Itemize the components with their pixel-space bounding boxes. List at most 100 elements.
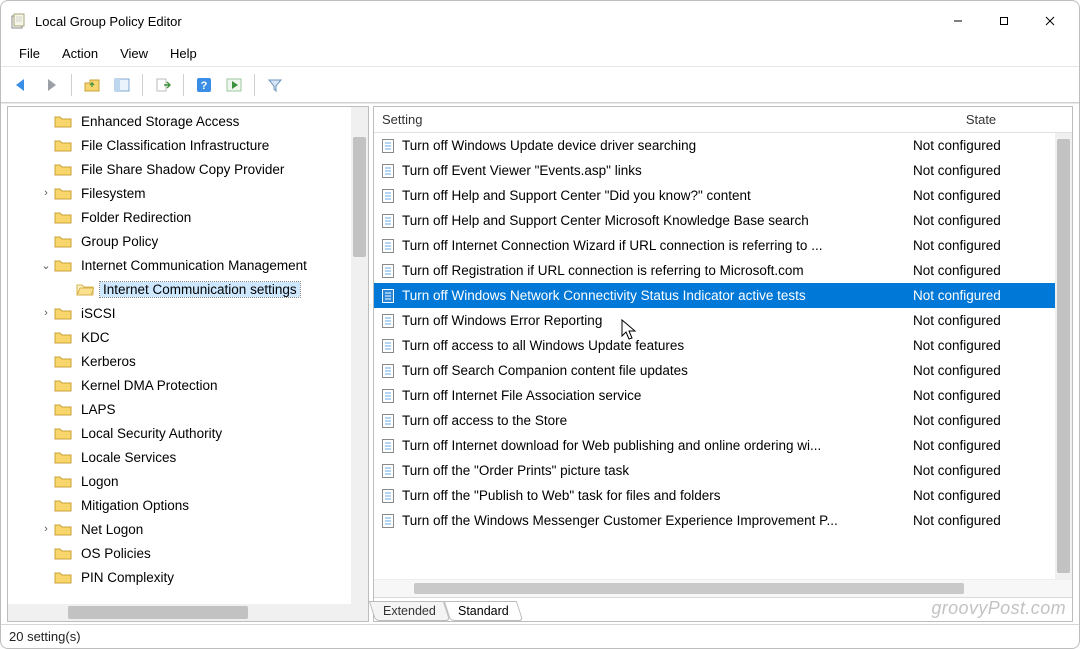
folder-icon	[54, 545, 72, 561]
list-vscrollbar[interactable]	[1055, 133, 1072, 579]
forward-button[interactable]	[37, 71, 65, 99]
tree-node-label: Kerberos	[78, 354, 139, 369]
setting-name: Turn off the Windows Messenger Customer …	[402, 513, 907, 528]
tree-hscrollbar[interactable]	[8, 604, 368, 621]
setting-name: Turn off Windows Update device driver se…	[402, 138, 907, 153]
maximize-button[interactable]	[981, 5, 1027, 37]
setting-state: Not configured	[907, 388, 1055, 403]
setting-name: Turn off Internet Connection Wizard if U…	[402, 238, 907, 253]
setting-row[interactable]: Turn off Search Companion content file u…	[374, 358, 1072, 383]
tree-node-label: LAPS	[78, 402, 119, 417]
folder-icon	[54, 185, 72, 201]
show-hide-tree-button[interactable]	[108, 71, 136, 99]
menu-help[interactable]: Help	[160, 43, 207, 64]
properties-button[interactable]	[220, 71, 248, 99]
close-button[interactable]	[1027, 5, 1073, 37]
back-button[interactable]	[7, 71, 35, 99]
setting-row[interactable]: Turn off Event Viewer "Events.asp" links…	[374, 158, 1072, 183]
tree-node[interactable]: Enhanced Storage Access	[8, 109, 368, 133]
expand-icon[interactable]: ›	[38, 307, 54, 319]
policy-icon	[380, 363, 396, 379]
tree-node[interactable]: PIN Complexity	[8, 565, 368, 589]
tree-node-label: Enhanced Storage Access	[78, 114, 242, 129]
setting-row[interactable]: Turn off Help and Support Center Microso…	[374, 208, 1072, 233]
tree-node[interactable]: Internet Communication settings	[8, 277, 368, 301]
setting-name: Turn off Help and Support Center "Did yo…	[402, 188, 907, 203]
folder-icon	[54, 521, 72, 537]
tree-node[interactable]: › iSCSI	[8, 301, 368, 325]
policy-icon	[380, 313, 396, 329]
tree-node[interactable]: KDC	[8, 325, 368, 349]
tree-node[interactable]: File Share Shadow Copy Provider	[8, 157, 368, 181]
setting-row[interactable]: Turn off the "Publish to Web" task for f…	[374, 483, 1072, 508]
tree-node[interactable]: Group Policy	[8, 229, 368, 253]
col-state[interactable]: State	[907, 112, 1055, 127]
setting-row[interactable]: Turn off Windows Error ReportingNot conf…	[374, 308, 1072, 333]
tree-node[interactable]: ›Filesystem	[8, 181, 368, 205]
tree-node-label: iSCSI	[78, 306, 119, 321]
policy-icon	[380, 163, 396, 179]
setting-row[interactable]: Turn off Internet Connection Wizard if U…	[374, 233, 1072, 258]
policy-icon	[380, 388, 396, 404]
setting-state: Not configured	[907, 513, 1055, 528]
policy-icon	[380, 288, 396, 304]
setting-row[interactable]: Turn off Windows Network Connectivity St…	[374, 283, 1072, 308]
tree-node[interactable]: Folder Redirection	[8, 205, 368, 229]
setting-row[interactable]: Turn off Internet File Association servi…	[374, 383, 1072, 408]
setting-row[interactable]: Turn off access to the StoreNot configur…	[374, 408, 1072, 433]
tree[interactable]: Enhanced Storage Access File Classificati…	[8, 107, 368, 604]
setting-row[interactable]: Turn off the Windows Messenger Customer …	[374, 508, 1072, 533]
folder-icon	[54, 233, 72, 249]
setting-row[interactable]: Turn off access to all Windows Update fe…	[374, 333, 1072, 358]
setting-state: Not configured	[907, 338, 1055, 353]
tree-node[interactable]: ⌄Internet Communication Management	[8, 253, 368, 277]
menu-action[interactable]: Action	[52, 43, 108, 64]
col-setting[interactable]: Setting	[380, 112, 907, 127]
expand-icon[interactable]: ›	[38, 187, 54, 199]
tree-node[interactable]: LAPS	[8, 397, 368, 421]
tree-vscrollbar[interactable]	[351, 107, 368, 604]
help-button[interactable]: ?	[190, 71, 218, 99]
list-hscrollbar[interactable]	[374, 579, 1072, 597]
filter-button[interactable]	[261, 71, 289, 99]
setting-name: Turn off the "Publish to Web" task for f…	[402, 488, 907, 503]
setting-name: Turn off Registration if URL connection …	[402, 263, 907, 278]
setting-state: Not configured	[907, 288, 1055, 303]
policy-icon	[380, 188, 396, 204]
menu-view[interactable]: View	[110, 43, 158, 64]
tab-standard[interactable]: Standard	[444, 601, 523, 621]
tree-node[interactable]: Kernel DMA Protection	[8, 373, 368, 397]
setting-row[interactable]: Turn off Help and Support Center "Did yo…	[374, 183, 1072, 208]
menu-file[interactable]: File	[9, 43, 50, 64]
tree-node[interactable]: Kerberos	[8, 349, 368, 373]
tree-node-label: Logon	[78, 474, 122, 489]
policy-icon	[380, 513, 396, 529]
tree-node[interactable]: Logon	[8, 469, 368, 493]
tree-node[interactable]: ›Net Logon	[8, 517, 368, 541]
minimize-button[interactable]	[935, 5, 981, 37]
expand-icon[interactable]: ›	[38, 523, 54, 535]
toolbar-separator	[142, 74, 143, 96]
tree-node[interactable]: Mitigation Options	[8, 493, 368, 517]
list-body[interactable]: Turn off Windows Update device driver se…	[374, 133, 1072, 579]
expand-icon[interactable]: ⌄	[38, 259, 54, 272]
tab-extended[interactable]: Extended	[369, 601, 450, 621]
setting-row[interactable]: Turn off Registration if URL connection …	[374, 258, 1072, 283]
setting-state: Not configured	[907, 438, 1055, 453]
tree-node[interactable]: Locale Services	[8, 445, 368, 469]
setting-row[interactable]: Turn off the "Order Prints" picture task…	[374, 458, 1072, 483]
folder-icon	[54, 113, 72, 129]
tree-node[interactable]: Local Security Authority	[8, 421, 368, 445]
setting-state: Not configured	[907, 213, 1055, 228]
tree-pane: Enhanced Storage Access File Classificati…	[7, 106, 369, 622]
export-button[interactable]	[149, 71, 177, 99]
setting-row[interactable]: Turn off Windows Update device driver se…	[374, 133, 1072, 158]
setting-state: Not configured	[907, 188, 1055, 203]
tree-node-label: Folder Redirection	[78, 210, 194, 225]
tree-node[interactable]: OS Policies	[8, 541, 368, 565]
up-button[interactable]	[78, 71, 106, 99]
folder-icon	[54, 137, 72, 153]
list-header[interactable]: Setting State	[374, 107, 1072, 133]
setting-row[interactable]: Turn off Internet download for Web publi…	[374, 433, 1072, 458]
tree-node[interactable]: File Classification Infrastructure	[8, 133, 368, 157]
